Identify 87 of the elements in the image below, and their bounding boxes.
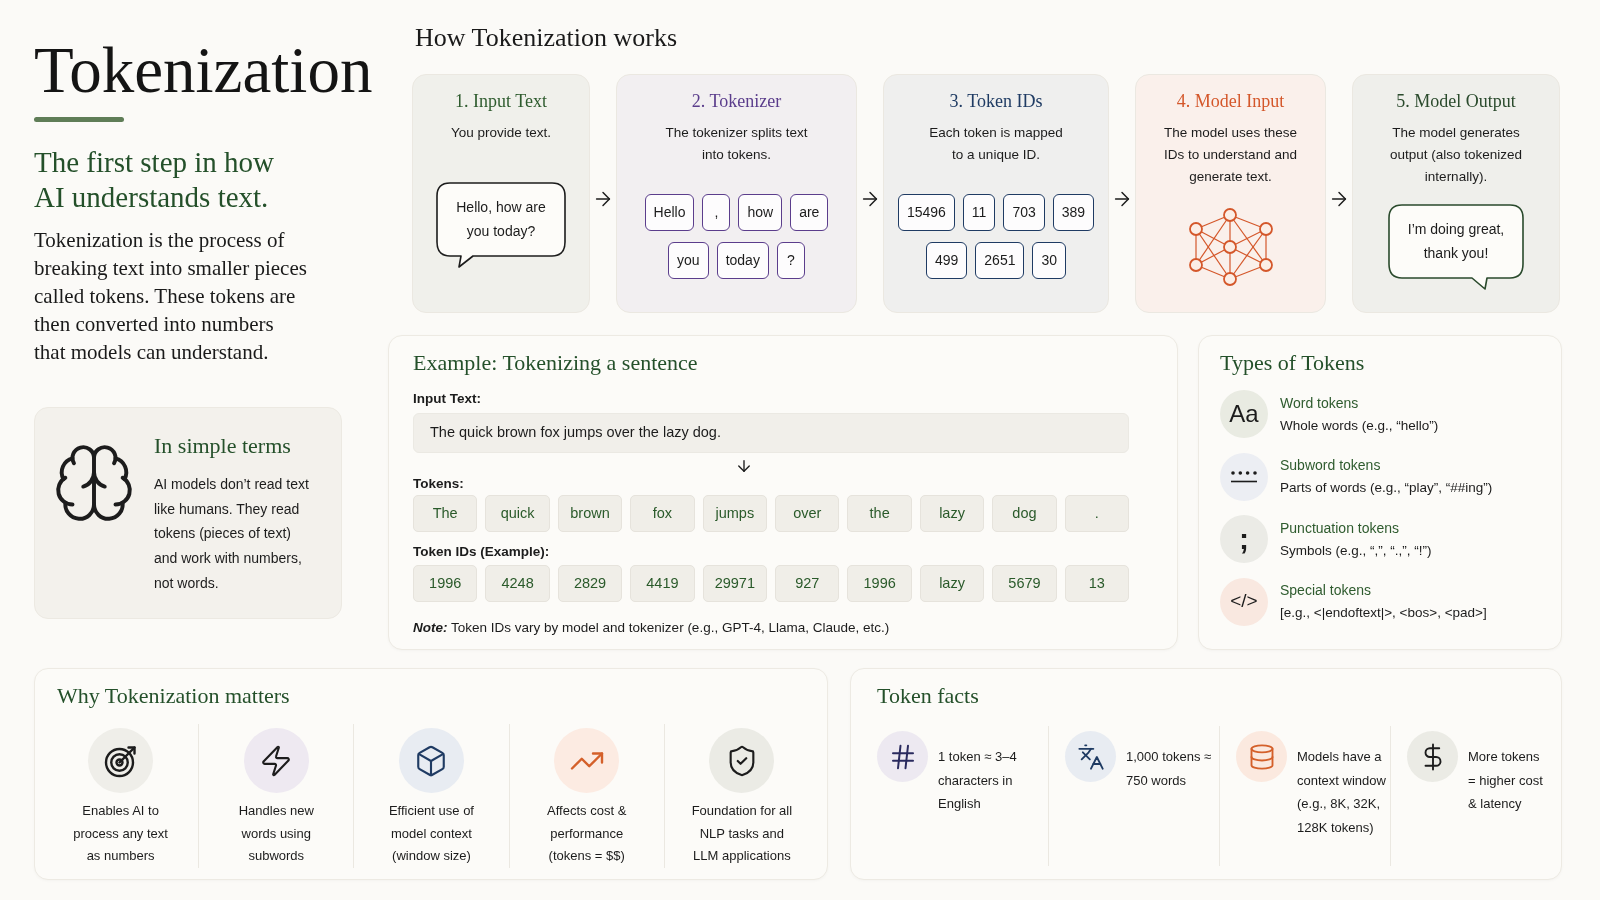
- token-chip: 499: [925, 241, 968, 279]
- step-description: Each token is mapped to a unique ID.: [928, 124, 1064, 164]
- section-heading: Types of Tokens: [1220, 349, 1366, 377]
- dollar-icon: [1407, 731, 1458, 782]
- step-title: 4. Model Input: [1176, 90, 1285, 113]
- token-type-title: Punctuation tokens: [1280, 518, 1401, 538]
- token-chip: 2651: [975, 241, 1025, 279]
- token-id-chip: 1996: [413, 565, 478, 602]
- token-id-chip: 4248: [485, 565, 550, 602]
- token-chip: Hello: [644, 193, 695, 231]
- token-type-description: Symbols (e.g., “,”, “.,”, “!”): [1280, 541, 1432, 560]
- benefit-text: Efficient use of model context (window size): [387, 802, 475, 865]
- token-chip: 11: [962, 193, 996, 231]
- token-id-chip: 29971: [702, 565, 768, 602]
- token-type-description: [e.g., <|endoftext|>, <bos>, <pad>]: [1280, 604, 1487, 622]
- token-type-title: Word tokens: [1280, 393, 1360, 413]
- section-heading: Token facts: [877, 682, 980, 710]
- translate-icon: [1065, 731, 1116, 782]
- token-chip: fox: [630, 495, 695, 532]
- code-icon: </>: [1220, 577, 1268, 626]
- step-title: 3. Token IDs: [949, 90, 1043, 113]
- token-chip: you: [668, 241, 709, 279]
- bubble-text: Hello, how are you today?: [455, 198, 547, 241]
- token-type-title: Special tokens: [1280, 581, 1373, 600]
- subtitle: The first step in how AI understands text.: [34, 145, 275, 215]
- token-chip: brown: [557, 495, 623, 532]
- section-heading: Why Tokenization matters: [56, 682, 291, 710]
- fact-text: 1 token ≈ 3–4 characters in English: [938, 748, 1018, 814]
- database-icon: [1236, 731, 1287, 782]
- step-description: The model generates output (also tokenized internally).: [1388, 124, 1524, 186]
- down-arrow-icon: [735, 457, 753, 475]
- hash-icon: [877, 731, 928, 782]
- token-chip: jumps: [702, 495, 768, 532]
- benefit-text: Foundation for all NLP tasks and LLM applications: [690, 802, 794, 865]
- token-chip: over: [775, 495, 840, 532]
- card-heading: In simple terms: [154, 432, 292, 460]
- step-title: 5. Model Output: [1396, 90, 1516, 113]
- token-chip: today: [716, 241, 769, 279]
- text-case-icon: Aa: [1220, 390, 1268, 438]
- token-chip: 15496: [897, 193, 955, 231]
- token-chip: 30: [1032, 241, 1067, 279]
- token-id-chip: 5679: [992, 565, 1057, 602]
- section-heading: How Tokenization works: [415, 22, 678, 54]
- token-id-chip: 2829: [557, 565, 623, 602]
- token-chip: how: [738, 193, 783, 231]
- token-chip: the: [847, 495, 912, 532]
- bubble-text: I’m doing great, thank you!: [1406, 220, 1506, 263]
- page-title: Tokenization: [34, 37, 374, 103]
- token-chip: ,: [702, 193, 731, 231]
- token-chip: ?: [776, 241, 805, 279]
- fact-text: More tokens = higher cost & latency: [1468, 748, 1544, 814]
- semicolon-icon: ;: [1220, 515, 1268, 563]
- token-id-chip: 1996: [847, 565, 912, 602]
- step-description: The tokenizer splits text into tokens.: [664, 124, 809, 164]
- benefit-text: Handles new words using subwords: [237, 802, 315, 865]
- token-chip: .: [1064, 495, 1130, 532]
- step-title: 1. Input Text: [455, 90, 547, 113]
- row-label: Token IDs (Example):: [413, 543, 551, 561]
- token-chip: quick: [485, 495, 550, 532]
- section-heading: Example: Tokenizing a sentence: [413, 349, 699, 377]
- step-title: 2. Tokenizer: [691, 90, 782, 113]
- token-chip: dog: [992, 495, 1057, 532]
- network-icon: [1187, 208, 1274, 286]
- simple-terms-text: AI models don’t read text like humans. They read tokens (pieces of text) and work with numbers, not words.: [154, 475, 310, 593]
- token-id-chip: 4419: [630, 565, 695, 602]
- token-chip: The: [413, 495, 478, 532]
- token-chip: 703: [1003, 193, 1045, 231]
- token-id-chip: 927: [775, 565, 840, 602]
- token-type-title: Subword tokens: [1280, 456, 1382, 475]
- note-text: Note: Token IDs vary by model and tokenizer (e.g., GPT-4, Llama, Claude, etc.): [413, 619, 891, 637]
- fact-text: 1,000 tokens ≈ 750 words: [1126, 748, 1213, 790]
- sentence-display: The quick brown fox jumps over the lazy dog.: [413, 413, 1129, 453]
- benefit-text: Affects cost & performance (tokens = $$): [546, 802, 628, 865]
- token-id-chip: lazy: [919, 565, 985, 602]
- row-label: Input Text:: [413, 390, 482, 408]
- step-description: You provide text.: [449, 124, 553, 142]
- token-type-description: Whole words (e.g., “hello”): [1280, 416, 1439, 435]
- benefit-text: Enables AI to process any text as numbers: [72, 802, 169, 865]
- token-chip: lazy: [919, 495, 985, 532]
- token-type-description: Parts of words (e.g., “play”, “##ing”): [1280, 479, 1493, 497]
- row-label: Tokens:: [413, 475, 465, 493]
- token-chip: are: [790, 193, 829, 231]
- fact-text: Models have a context window (e.g., 8K, 32K, 128K tokens): [1297, 748, 1387, 838]
- token-id-chip: 13: [1064, 565, 1130, 602]
- step-description: The model uses these IDs to understand and generate text.: [1163, 124, 1298, 186]
- token-chip: 389: [1052, 193, 1095, 231]
- intro-paragraph: Tokenization is the process of breaking text into smaller pieces called tokens. These tokens are then converted into numbers that models can understand.: [34, 227, 308, 366]
